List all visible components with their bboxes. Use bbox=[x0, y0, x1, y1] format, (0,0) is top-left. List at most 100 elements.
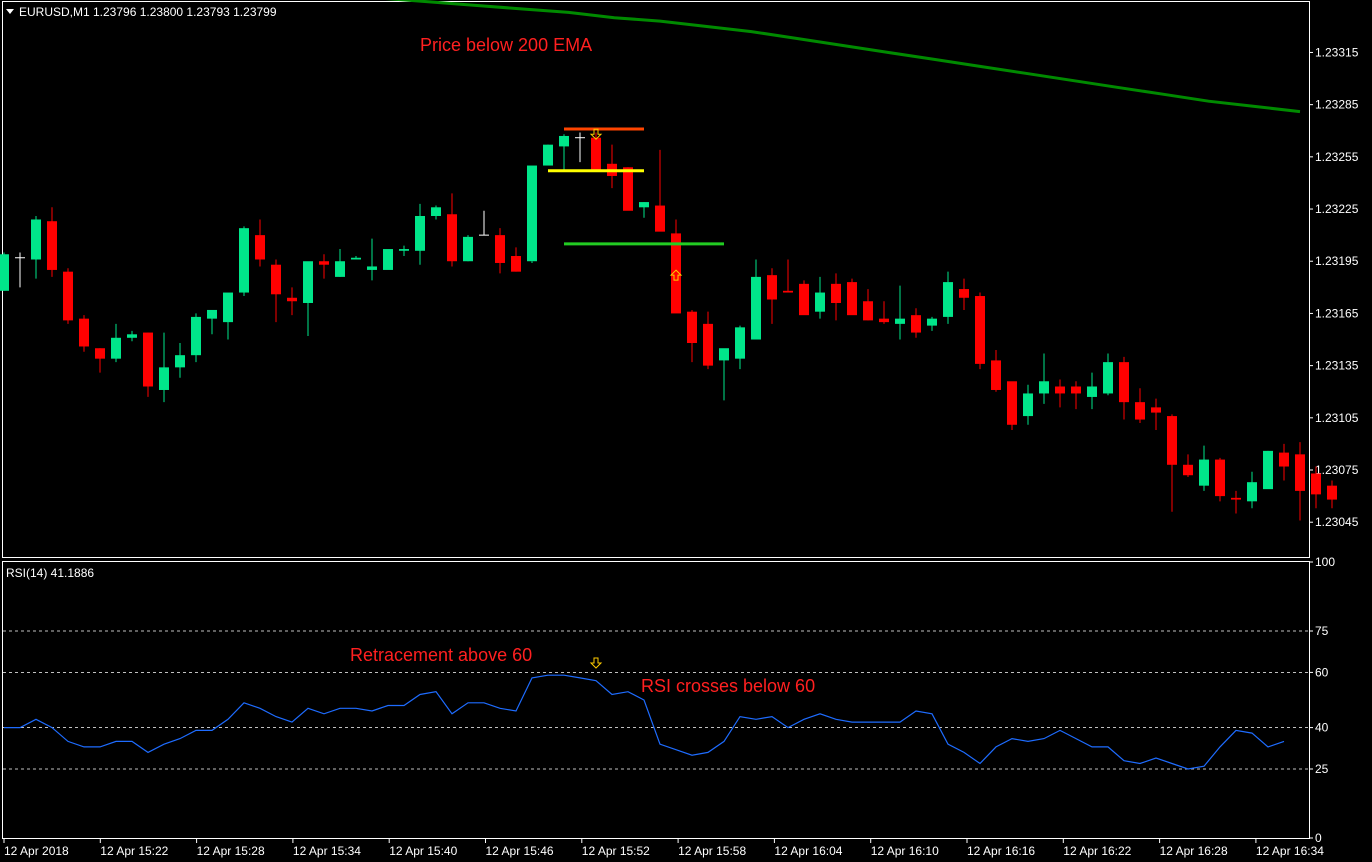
candle-body bbox=[1103, 362, 1113, 394]
price-tick-label: 1.23045 bbox=[1315, 515, 1359, 529]
candle bbox=[383, 249, 393, 270]
candle-body bbox=[79, 318, 89, 347]
candle-body bbox=[431, 207, 441, 216]
time-tick-label: 12 Apr 15:40 bbox=[389, 844, 457, 858]
candle-body bbox=[655, 205, 665, 232]
candle bbox=[79, 315, 89, 352]
candle-body bbox=[95, 348, 105, 359]
candle-body bbox=[191, 316, 201, 356]
candle-body bbox=[1199, 459, 1209, 486]
candle-body bbox=[1247, 482, 1257, 502]
candle-body bbox=[1087, 386, 1097, 397]
candle bbox=[671, 219, 681, 314]
annotation-ema: Price below 200 EMA bbox=[420, 35, 592, 55]
candle bbox=[463, 235, 473, 262]
candle bbox=[975, 292, 985, 370]
candle-body bbox=[287, 297, 297, 302]
candle-body bbox=[543, 144, 553, 166]
rsi-tick-label: 100 bbox=[1315, 555, 1335, 569]
candle-body bbox=[0, 254, 9, 291]
candle-body bbox=[559, 135, 569, 147]
candle-body bbox=[511, 256, 521, 272]
candle-body bbox=[495, 235, 505, 263]
candle-body bbox=[703, 323, 713, 366]
candle-body bbox=[767, 275, 777, 300]
candle bbox=[623, 167, 633, 211]
chart-background bbox=[0, 0, 1372, 862]
candle-body bbox=[143, 332, 153, 387]
time-tick-label: 12 Apr 15:46 bbox=[486, 844, 554, 858]
candle-body bbox=[111, 337, 121, 359]
candle bbox=[847, 278, 857, 316]
candle-body bbox=[1231, 497, 1241, 500]
candle-body bbox=[351, 257, 361, 260]
candle-body bbox=[847, 282, 857, 316]
candle-body bbox=[271, 264, 281, 295]
candle-body bbox=[1119, 362, 1129, 403]
symbol-label: EURUSD,M1 bbox=[19, 5, 90, 19]
candle-body bbox=[31, 219, 41, 260]
candle bbox=[239, 226, 249, 297]
candle-body bbox=[1311, 473, 1321, 495]
price-tick-label: 1.23225 bbox=[1315, 202, 1359, 216]
candle-body bbox=[127, 334, 137, 338]
time-tick-label: 12 Apr 15:52 bbox=[582, 844, 650, 858]
candle-body bbox=[687, 311, 697, 344]
candle-body bbox=[591, 137, 601, 171]
candle-body bbox=[159, 367, 169, 390]
candle bbox=[543, 144, 553, 166]
candle-body bbox=[1295, 454, 1305, 491]
candle bbox=[1215, 457, 1225, 502]
candle-body bbox=[911, 315, 921, 333]
price-tick-label: 1.23105 bbox=[1315, 411, 1359, 425]
candle-body bbox=[1151, 407, 1161, 413]
chart-canvas[interactable]: 1.23315 1.23285 1.23255 1.23225 1.23195 1.231… bbox=[0, 0, 1372, 862]
candle-body bbox=[735, 327, 745, 359]
candle-body bbox=[1279, 452, 1289, 467]
candle-body bbox=[47, 221, 57, 270]
candle-body bbox=[1167, 416, 1177, 465]
time-tick-label: 12 Apr 16:16 bbox=[967, 844, 1035, 858]
rsi-tick-label: 40 bbox=[1315, 721, 1329, 735]
rsi-tick-label: 25 bbox=[1315, 762, 1329, 776]
candle-body bbox=[815, 292, 825, 312]
candle-body bbox=[335, 261, 345, 277]
candle-body bbox=[239, 228, 249, 293]
candle-body bbox=[1327, 485, 1337, 500]
candle-body bbox=[255, 235, 265, 260]
candle-body bbox=[399, 249, 409, 251]
candle-body bbox=[1135, 402, 1145, 420]
candle-body bbox=[1007, 381, 1017, 425]
rsi-tick-label: 60 bbox=[1315, 665, 1329, 679]
quote-label: 1.23796 1.23800 1.23793 1.23799 bbox=[93, 5, 277, 19]
time-tick-label: 12 Apr 16:04 bbox=[774, 844, 842, 858]
chart-window: 1.23315 1.23285 1.23255 1.23225 1.23195 1.231… bbox=[0, 0, 1372, 862]
candle-body bbox=[303, 261, 313, 303]
time-tick-label: 12 Apr 15:34 bbox=[293, 844, 361, 858]
candle-body bbox=[447, 214, 457, 262]
candle-body bbox=[1071, 386, 1081, 394]
candle-body bbox=[1215, 459, 1225, 497]
candle-body bbox=[1055, 386, 1065, 394]
candle-body bbox=[975, 296, 985, 364]
candle-body bbox=[639, 202, 649, 208]
candle bbox=[1007, 381, 1017, 430]
candle-body bbox=[1183, 464, 1193, 476]
candle-body bbox=[1039, 381, 1049, 394]
candle-body bbox=[879, 318, 889, 323]
candle-body bbox=[527, 165, 537, 262]
rsi-tick-label: 0 bbox=[1315, 831, 1322, 845]
price-tick-label: 1.23195 bbox=[1315, 254, 1359, 268]
time-tick-label: 12 Apr 15:28 bbox=[197, 844, 265, 858]
candle-body bbox=[799, 283, 809, 316]
candle-body bbox=[415, 215, 425, 251]
candle-body bbox=[367, 266, 377, 270]
candle-body bbox=[383, 249, 393, 270]
price-tick-label: 1.23255 bbox=[1315, 150, 1359, 164]
rsi-label: RSI(14) 41.1886 bbox=[6, 566, 94, 580]
candle-body bbox=[927, 318, 937, 326]
candle-body bbox=[959, 289, 969, 298]
candle-body bbox=[751, 276, 761, 340]
candle-body bbox=[831, 283, 841, 303]
time-tick-label: 12 Apr 16:28 bbox=[1160, 844, 1228, 858]
